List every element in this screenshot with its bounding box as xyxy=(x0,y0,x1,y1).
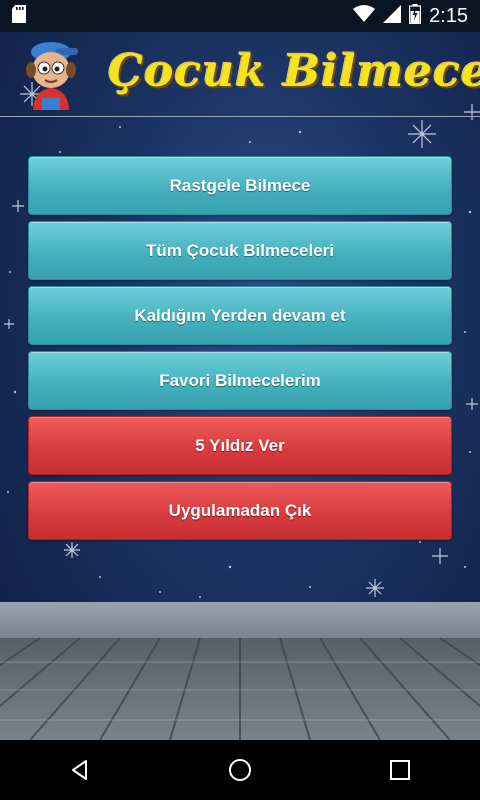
status-time: 2:15 xyxy=(429,4,468,27)
exit-app-label: Uygulamadan Çık xyxy=(168,500,312,520)
random-riddle-label: Rastgele Bilmece xyxy=(169,175,311,195)
continue-label: Kaldığım Yerden devam et xyxy=(134,305,346,325)
rate-five-stars-button[interactable]: 5 Yıldız Ver xyxy=(28,416,452,475)
status-bar: 2:15 xyxy=(0,0,480,32)
app-title: Çocuk Bilmeceleri xyxy=(108,46,480,97)
exit-app-button[interactable]: Uygulamadan Çık xyxy=(28,481,452,540)
battery-charging-icon xyxy=(408,3,422,29)
kid-mascot-icon xyxy=(18,38,88,115)
main-screen: Çocuk Bilmeceleri Rastgele Bilmece Tüm Ç… xyxy=(0,32,480,740)
cell-signal-icon xyxy=(383,4,402,28)
rate-five-stars-label: 5 Yıldız Ver xyxy=(195,435,285,455)
all-riddles-button[interactable]: Tüm Çocuk Bilmeceleri xyxy=(28,221,452,280)
home-icon[interactable] xyxy=(210,740,270,800)
back-icon[interactable] xyxy=(50,740,110,800)
favorites-button[interactable]: Favori Bilmecelerim xyxy=(28,351,452,410)
random-riddle-button[interactable]: Rastgele Bilmece xyxy=(28,156,452,215)
continue-button[interactable]: Kaldığım Yerden devam et xyxy=(28,286,452,345)
main-menu: Rastgele Bilmece Tüm Çocuk Bilmeceleri K… xyxy=(28,156,452,546)
header-divider xyxy=(0,116,480,117)
recents-icon[interactable] xyxy=(370,740,430,800)
wifi-icon xyxy=(353,4,376,28)
sd-card-icon xyxy=(12,4,26,28)
all-riddles-label: Tüm Çocuk Bilmeceleri xyxy=(145,240,334,260)
wooden-floor xyxy=(0,602,480,740)
favorites-label: Favori Bilmecelerim xyxy=(159,370,321,390)
app-header: Çocuk Bilmeceleri xyxy=(0,32,480,116)
navigation-bar xyxy=(0,740,480,800)
